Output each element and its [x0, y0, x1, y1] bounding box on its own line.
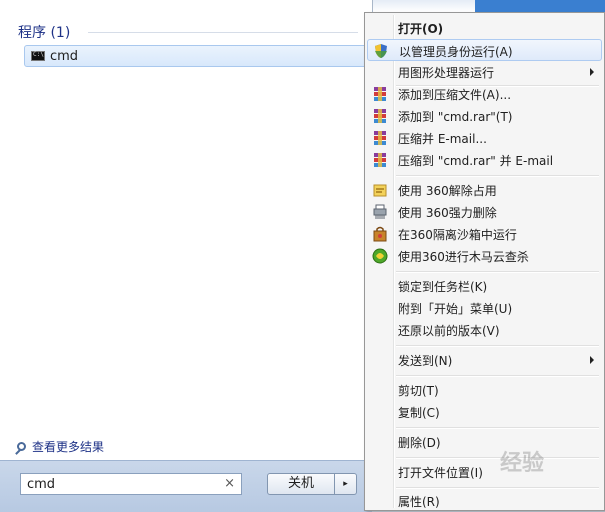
search-input-value: cmd [27, 477, 56, 492]
winrar-icon [374, 131, 386, 145]
menu-item-copy[interactable]: 复制(C) [367, 401, 602, 423]
menu-separator [396, 375, 599, 377]
shutdown-button[interactable]: 关机 [267, 473, 335, 495]
menu-item-compress-and-email[interactable]: 压缩并 E-mail... [367, 127, 602, 149]
menu-item-label: 使用 360强力删除 [398, 206, 497, 220]
menu-item-label: 发送到(N) [398, 354, 453, 368]
menu-item-label: 以管理员身份运行(A) [399, 45, 513, 59]
menu-item-pin-to-start[interactable]: 附到「开始」菜单(U) [367, 297, 602, 319]
watermark-text: 经验 [500, 451, 545, 476]
search-icon [17, 442, 26, 451]
see-more-results-link[interactable]: 查看更多结果 [17, 438, 104, 455]
menu-item-label: 用图形处理器运行 [398, 66, 495, 80]
menu-item-label: 使用 360解除占用 [398, 184, 497, 198]
menu-separator [396, 345, 599, 347]
menu-item-label: 复制(C) [398, 406, 440, 420]
search-result-cmd[interactable]: cmd [24, 45, 370, 67]
winrar-icon [374, 153, 386, 167]
menu-item-label: 剪切(T) [398, 384, 439, 398]
menu-item-label: 添加到 "cmd.rar"(T) [398, 110, 513, 124]
unlock-file-icon [373, 184, 387, 197]
search-input[interactable]: cmd × [20, 473, 242, 495]
menu-separator [396, 427, 599, 429]
start-menu-panel: 程序 (1) cmd 查看更多结果 cmd × 关机 ▸ [0, 0, 373, 512]
menu-item-label: 打开(O) [398, 22, 444, 36]
menu-item-label: 使用360进行木马云查杀 [398, 250, 529, 264]
window-top-accent [475, 0, 605, 12]
menu-separator [396, 487, 599, 489]
result-label: cmd [50, 49, 79, 64]
see-more-results-label: 查看更多结果 [32, 440, 105, 454]
menu-item-360-trojan-scan[interactable]: 使用360进行木马云查杀 [367, 245, 602, 267]
sandbox-icon [373, 226, 387, 242]
menu-item-label: 压缩到 "cmd.rar" 并 E-mail [398, 154, 554, 168]
menu-item-label: 添加到压缩文件(A)... [398, 88, 512, 102]
menu-item-properties[interactable]: 属性(R) [367, 490, 602, 512]
winrar-icon [374, 109, 386, 123]
clear-search-icon[interactable]: × [224, 476, 235, 491]
winrar-icon [374, 87, 386, 101]
shutdown-options-arrow-icon[interactable]: ▸ [335, 473, 357, 495]
menu-item-restore-previous[interactable]: 还原以前的版本(V) [367, 319, 602, 341]
menu-item-cut[interactable]: 剪切(T) [367, 379, 602, 401]
menu-item-send-to[interactable]: 发送到(N) [367, 349, 602, 371]
menu-item-360-unlock[interactable]: 使用 360解除占用 [367, 179, 602, 201]
menu-item-run-with-gpu[interactable]: 用图形处理器运行 [367, 61, 602, 83]
menu-item-run-as-admin[interactable]: 以管理员身份运行(A) [367, 39, 602, 61]
menu-item-add-to-archive[interactable]: 添加到压缩文件(A)... [367, 83, 602, 105]
shredder-icon [373, 204, 387, 219]
360-scan-icon [372, 248, 388, 264]
menu-separator [396, 271, 599, 273]
menu-item-label: 打开文件位置(I) [398, 466, 483, 480]
menu-item-label: 属性(R) [398, 495, 440, 509]
menu-separator [396, 175, 599, 177]
menu-item-compress-to-cmd-rar-email[interactable]: 压缩到 "cmd.rar" 并 E-mail [367, 149, 602, 171]
menu-item-label: 锁定到任务栏(K) [398, 280, 488, 294]
menu-item-delete[interactable]: 删除(D) [367, 431, 602, 453]
cmd-console-icon [31, 51, 45, 61]
menu-item-pin-to-taskbar[interactable]: 锁定到任务栏(K) [367, 275, 602, 297]
programs-section-header: 程序 (1) [18, 25, 71, 41]
context-menu: 打开(O) 以管理员身份运行(A) 用图形处理器运行 添加到压缩文件(A)...… [364, 12, 605, 511]
menu-item-add-to-cmd-rar[interactable]: 添加到 "cmd.rar"(T) [367, 105, 602, 127]
start-menu-bottom-bar: cmd × 关机 ▸ [0, 460, 372, 512]
menu-item-label: 压缩并 E-mail... [398, 132, 487, 146]
menu-item-label: 删除(D) [398, 436, 441, 450]
menu-item-open[interactable]: 打开(O) [367, 17, 602, 39]
submenu-arrow-icon [590, 356, 594, 364]
menu-item-360-sandbox[interactable]: 在360隔离沙箱中运行 [367, 223, 602, 245]
uac-shield-icon [375, 44, 387, 58]
menu-item-label: 附到「开始」菜单(U) [398, 302, 513, 316]
submenu-arrow-icon [590, 68, 594, 76]
menu-item-label: 在360隔离沙箱中运行 [398, 228, 517, 242]
section-divider [88, 32, 358, 33]
menu-item-open-file-location[interactable]: 打开文件位置(I) [367, 461, 602, 483]
menu-item-360-force-delete[interactable]: 使用 360强力删除 [367, 201, 602, 223]
menu-item-label: 还原以前的版本(V) [398, 324, 500, 338]
menu-separator [396, 457, 599, 459]
